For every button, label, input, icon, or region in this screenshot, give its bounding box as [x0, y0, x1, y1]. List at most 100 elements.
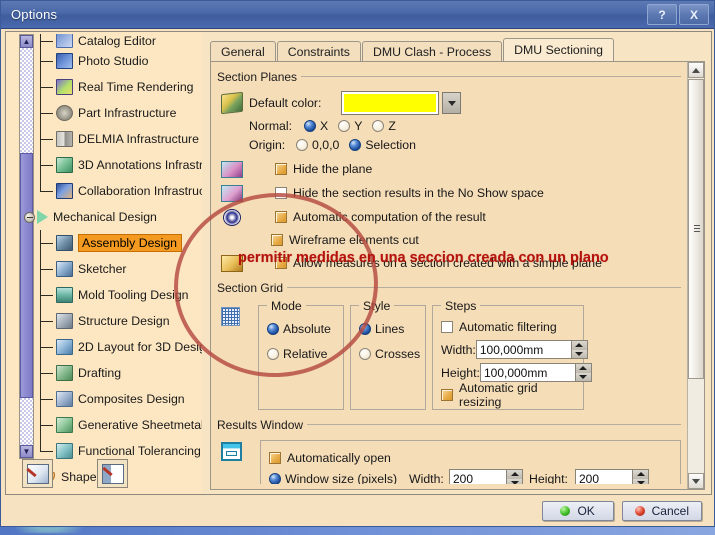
tree-scroll-up-icon[interactable]: ▲ — [20, 35, 33, 48]
window-title: Options — [11, 7, 58, 22]
style-lines-row[interactable]: Lines — [359, 316, 417, 341]
sidebar-group-mechanical-design[interactable]: Mechanical Design — [24, 204, 202, 230]
scroll-down-icon[interactable] — [688, 473, 704, 489]
results-width-input[interactable]: 200 — [449, 469, 507, 484]
mode-absolute-label: Absolute — [283, 321, 331, 336]
window-size-radio[interactable] — [269, 472, 281, 484]
stepper-down-icon[interactable] — [633, 478, 648, 484]
sidebar-item-label: Mold Tooling Design — [78, 288, 189, 302]
stepper-up-icon[interactable] — [575, 364, 591, 373]
wireframe-cut-label: Wireframe elements cut — [289, 233, 419, 247]
normal-x-label: X — [320, 119, 329, 133]
stepper-down-icon[interactable] — [507, 478, 522, 484]
tree-scroll-down-icon[interactable]: ▼ — [20, 445, 33, 458]
sidebar-item-assembly-design[interactable]: Assembly Design — [40, 230, 202, 256]
panel-scrollbar-thumb[interactable] — [688, 79, 704, 379]
results-height-field[interactable]: 200 — [575, 469, 649, 484]
auto-filtering-checkbox[interactable] — [441, 321, 453, 333]
stepper-down-icon[interactable] — [575, 372, 591, 381]
ok-button[interactable]: OK — [541, 500, 614, 521]
tab-constraints[interactable]: Constraints — [276, 41, 361, 61]
stepper-up-icon[interactable] — [507, 470, 522, 479]
auto-open-row[interactable]: Automatically open — [269, 447, 672, 468]
stepper-up-icon[interactable] — [633, 470, 648, 479]
steps-height-field[interactable]: 100,000mm — [479, 363, 592, 382]
help-button[interactable]: ? — [647, 4, 677, 25]
style-crosses-radio[interactable] — [359, 347, 371, 360]
tree-scrollbar-thumb[interactable] — [20, 153, 33, 398]
auto-grid-resizing-label: Automatic grid resizing — [459, 381, 538, 409]
panel-vertical-scrollbar[interactable] — [687, 62, 704, 489]
sidebar-item-drafting[interactable]: Drafting — [40, 360, 202, 386]
results-width-field[interactable]: 200 — [449, 469, 523, 484]
sidebar-item-part-infrastructure[interactable]: Part Infrastructure — [40, 100, 202, 126]
tab-dmu-clash-process[interactable]: DMU Clash - Process — [361, 41, 503, 61]
default-color-combo[interactable] — [341, 91, 461, 115]
mode-relative-row[interactable]: Relative — [267, 341, 335, 366]
results-width-stepper[interactable] — [507, 469, 523, 484]
normal-x-radio[interactable] — [304, 120, 316, 132]
results-height-stepper[interactable] — [633, 469, 649, 484]
sidebar-item-label: Catalog Editor — [78, 34, 156, 48]
sidebar-item-composites-design[interactable]: Composites Design — [40, 386, 202, 412]
steps-width-field[interactable]: 100,000mm — [475, 340, 588, 359]
tab-general[interactable]: General — [210, 41, 276, 61]
options-home-button[interactable] — [22, 459, 53, 488]
origin-selection-radio[interactable] — [349, 139, 362, 151]
cancel-button[interactable]: Cancel — [621, 500, 702, 521]
sidebar-item-real-time-rendering[interactable]: Real Time Rendering — [40, 74, 202, 100]
normal-y-radio[interactable] — [338, 120, 351, 132]
mode-absolute-radio[interactable] — [267, 322, 279, 335]
sidebar-item-structure-design[interactable]: Structure Design — [40, 308, 202, 334]
auto-open-checkbox[interactable] — [269, 451, 281, 464]
mode-absolute-row[interactable]: Absolute — [267, 316, 335, 341]
auto-filtering-row[interactable]: Automatic filtering — [441, 316, 575, 338]
sidebar-item-delmia-infrastructure[interactable]: DELMIA Infrastructure — [40, 126, 202, 152]
color-dropdown-button[interactable] — [442, 92, 461, 114]
mode-relative-radio[interactable] — [267, 347, 279, 360]
options-doc-button[interactable] — [97, 459, 128, 488]
cancel-button-label: Cancel — [651, 503, 689, 518]
sidebar-item-catalog-editor[interactable]: Catalog Editor — [40, 34, 202, 48]
results-window-group: Results Window — [217, 416, 687, 434]
wireframe-cut-checkbox[interactable] — [271, 234, 283, 246]
steps-width-stepper[interactable] — [571, 340, 588, 359]
auto-compute-checkbox[interactable] — [275, 211, 287, 223]
normal-z-radio[interactable] — [372, 120, 385, 132]
sidebar-item-2d-layout[interactable]: 2D Layout for 3D Desigr — [40, 334, 202, 360]
scroll-up-icon[interactable] — [688, 62, 704, 78]
close-button[interactable]: X — [679, 4, 709, 25]
tab-dmu-sectioning[interactable]: DMU Sectioning — [503, 38, 615, 61]
tree-scrollbar[interactable]: ▲ ▼ — [19, 34, 34, 459]
sidebar-item-mold-tooling-design[interactable]: Mold Tooling Design — [40, 282, 202, 308]
steps-height-stepper[interactable] — [575, 363, 592, 382]
chevron-down-icon — [447, 100, 456, 106]
steps-width-input[interactable]: 100,000mm — [475, 340, 572, 359]
stepper-down-icon[interactable] — [571, 349, 587, 358]
tree-branch — [40, 399, 53, 400]
results-height-input[interactable]: 200 — [575, 469, 633, 484]
steps-height-input[interactable]: 100,000mm — [479, 363, 576, 382]
sidebar-item-generative-sheetmetal[interactable]: Generative Sheetmetal D — [40, 412, 202, 438]
hide-plane-checkbox[interactable] — [275, 163, 287, 175]
panel-scroll-content: Section Planes Default color: Normal: X … — [211, 62, 687, 489]
sidebar-item-photo-studio[interactable]: Photo Studio — [40, 48, 202, 74]
color-swatch-wrapper[interactable] — [341, 91, 439, 115]
origin-zero-radio[interactable] — [296, 139, 308, 151]
auto-grid-resizing-checkbox[interactable] — [441, 389, 453, 401]
auto-grid-resizing-row[interactable]: Automatic grid resizing — [441, 381, 575, 409]
sidebar-item-sketcher[interactable]: Sketcher — [40, 256, 202, 282]
sidebar-item-collaboration[interactable]: Collaboration Infrastruc — [40, 178, 202, 204]
style-lines-radio[interactable] — [359, 322, 371, 335]
sidebar-item-3d-annotations[interactable]: 3D Annotations Infrastr — [40, 152, 202, 178]
options-tree-panel: ▲ ▼ Catalog Editor Photo Studio Real Tim… — [6, 32, 202, 494]
tree-branch — [40, 139, 53, 140]
default-color-row: Default color: — [217, 91, 687, 115]
stepper-up-icon[interactable] — [571, 341, 587, 350]
sidebar-item-label: Composites Design — [78, 392, 185, 406]
default-color-swatch[interactable] — [344, 94, 436, 112]
sidebar-item-label: Generative Sheetmetal D — [78, 418, 202, 432]
style-crosses-row[interactable]: Crosses — [359, 341, 420, 366]
collapse-expander-icon[interactable] — [24, 211, 35, 223]
hide-results-checkbox[interactable] — [275, 187, 287, 199]
